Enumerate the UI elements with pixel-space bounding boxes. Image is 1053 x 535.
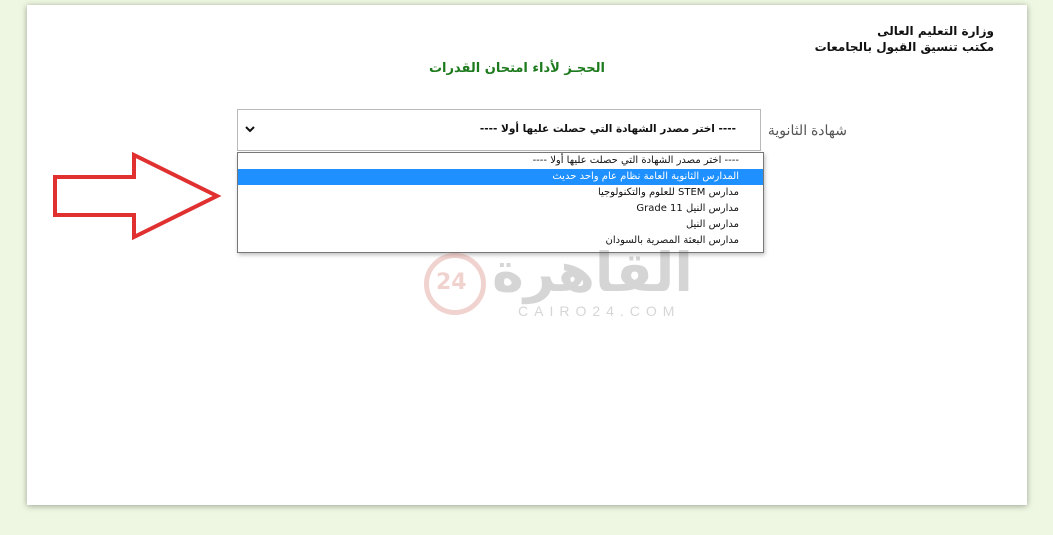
- ministry-header: وزارة التعليم العالى مكتب تنسيق القبول ب…: [694, 23, 994, 55]
- office-name: مكتب تنسيق القبول بالجامعات: [814, 40, 994, 54]
- page-title: الحجـز لأداء امتحان القدرات: [428, 61, 605, 76]
- chevron-down-icon: [245, 126, 255, 133]
- select-current-value: ---- اختر مصدر الشهادة التي حصلت عليها أ…: [479, 123, 736, 135]
- ministry-name: وزارة التعليم العالى: [877, 24, 994, 38]
- page-panel: وزارة التعليم العالى مكتب تنسيق القبول ب…: [27, 5, 1027, 505]
- option-nile-grade11[interactable]: مدارس النيل Grade 11: [238, 201, 763, 217]
- certificate-source-select[interactable]: ---- اختر مصدر الشهادة التي حصلت عليها أ…: [237, 109, 761, 151]
- option-stem-schools[interactable]: مدارس STEM للعلوم والتكنولوجيا: [238, 185, 763, 201]
- option-general-secondary[interactable]: المدارس الثانوية العامة نظام عام واحد حد…: [238, 169, 763, 185]
- certificate-options-list[interactable]: ---- اختر مصدر الشهادة التي حصلت عليها أ…: [237, 152, 764, 253]
- option-nile-schools[interactable]: مدارس النيل: [238, 217, 763, 233]
- watermark-domain: CAIRO24.COM: [518, 303, 681, 319]
- option-placeholder[interactable]: ---- اختر مصدر الشهادة التي حصلت عليها أ…: [238, 153, 763, 169]
- certificate-label: شهادة الثانوية: [767, 122, 847, 138]
- option-egyptian-mission-sudan[interactable]: مدارس البعثة المصرية بالسودان: [238, 233, 763, 249]
- red-arrow-icon: [53, 152, 222, 240]
- watermark-circle: [424, 253, 486, 315]
- watermark-number: 24: [436, 270, 467, 295]
